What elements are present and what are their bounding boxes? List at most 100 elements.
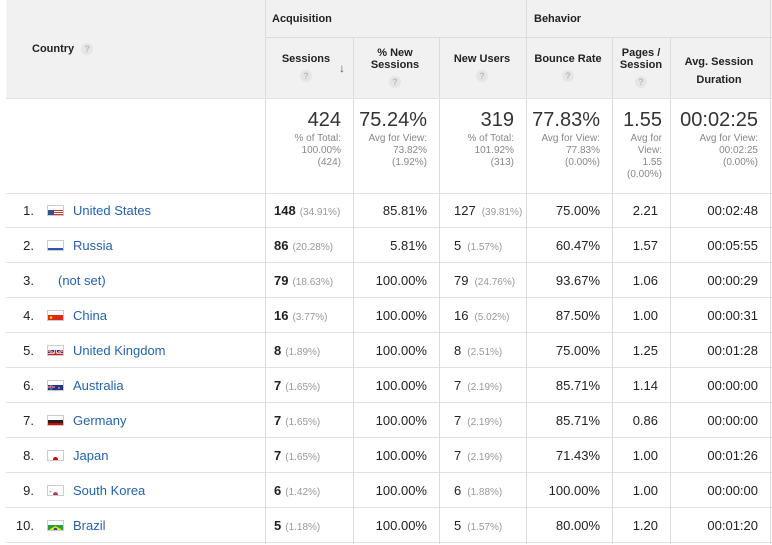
country-link[interactable]: Brazil [73, 508, 263, 543]
new-users-pct: (2.51%) [467, 347, 502, 358]
sessions-pct: (20.28%) [292, 242, 333, 253]
sessions-cell: 16 (3.77%) [266, 298, 353, 333]
table-row: 1.United States148(34.91%)85.81%127(39.8… [6, 193, 772, 228]
country-link[interactable]: Australia [73, 368, 263, 403]
row-rank: 9. [6, 473, 34, 508]
country-link[interactable]: Russia [73, 228, 263, 263]
table-row: 3.(not set)79(18.63%)100.00%79(24.76%)93… [6, 263, 772, 298]
acquisition-group-header: Acquisition [272, 13, 332, 25]
table-row: 2.Russia86(20.28%)5.81%5(1.57%)60.47%1.5… [6, 228, 772, 263]
help-icon[interactable]: ? [300, 70, 312, 82]
pages-session-cell: 1.14 [612, 368, 670, 403]
sessions-pct: (3.77%) [292, 312, 327, 323]
gb-flag-icon [47, 345, 64, 356]
new-users-value: 7 [454, 378, 461, 393]
pages-session-cell: 1.20 [612, 508, 670, 543]
country-link[interactable]: South Korea [73, 473, 263, 508]
new-users-pct: (2.19%) [467, 417, 502, 428]
avg-duration-total: 00:02:25 Avg for View: 00:02:25 (0.00%) [670, 109, 770, 169]
bounce-rate-cell: 85.71% [526, 403, 612, 438]
jp-flag-icon [47, 450, 64, 461]
row-rank: 2. [6, 228, 34, 263]
new-sessions-total-diff: (1.92%) [353, 157, 427, 169]
help-icon[interactable]: ? [562, 70, 574, 82]
row-rank: 3. [6, 263, 34, 298]
au-flag-icon [47, 380, 64, 391]
new-users-cell: 5(1.57%) [439, 508, 526, 543]
new-sessions-total-label: Avg for View: [353, 133, 427, 145]
sessions-pct: (1.65%) [285, 382, 320, 393]
country-link[interactable]: China [73, 298, 263, 333]
new-users-total-pct: 101.92% [439, 145, 514, 157]
bounce-rate-cell: 87.50% [526, 298, 612, 333]
new-users-value: 6 [454, 483, 461, 498]
avg-duration-column-header[interactable]: Avg. Session Duration [680, 53, 758, 89]
sessions-value: 79 [274, 273, 288, 288]
new-sessions-total-value: 75.24% [353, 109, 427, 131]
bounce-rate-cell: 80.00% [526, 508, 612, 543]
table-row: 7.Germany7(1.65%)100.00%7(2.19%)85.71%0.… [6, 403, 772, 438]
table-row: 6.Australia7(1.65%)100.00%7(2.19%)85.71%… [6, 368, 772, 403]
new-users-column-header[interactable]: New Users ? [442, 53, 522, 82]
country-column-header[interactable]: Country ? [32, 43, 93, 55]
sessions-cell: 79(18.63%) [266, 263, 353, 298]
sessions-value: 86 [274, 238, 288, 253]
avg-duration-cell: 00:01:26 [670, 438, 770, 473]
new-users-pct: (2.19%) [467, 382, 502, 393]
row-rank: 6. [6, 368, 34, 403]
help-icon[interactable]: ? [476, 70, 488, 82]
avg-duration-cell: 00:00:29 [670, 263, 770, 298]
table-row: 8.Japan7(1.65%)100.00%7(2.19%)71.43%1.00… [6, 438, 772, 473]
bounce-rate-cell: 75.00% [526, 193, 612, 228]
country-link[interactable]: United Kingdom [73, 333, 263, 368]
table-row: 9.South Korea6(1.42%)100.00%6(1.88%)100.… [6, 473, 772, 508]
new-users-value: 8 [454, 343, 461, 358]
country-link[interactable]: Germany [73, 403, 263, 438]
new-sessions-cell: 100.00% [353, 298, 439, 333]
new-users-pct: (24.76%) [474, 277, 515, 288]
ru-flag-icon [47, 240, 64, 251]
pages-session-total-diff: (0.00%) [612, 169, 662, 181]
avg-duration-cell: 00:05:55 [670, 228, 770, 263]
country-link[interactable]: United States [73, 193, 263, 228]
avg-duration-cell: 00:00:31 [670, 298, 770, 333]
row-rank: 10. [6, 508, 34, 543]
help-icon[interactable]: ? [81, 43, 93, 55]
sessions-pct: (1.18%) [285, 522, 320, 533]
new-users-cell: 5(1.57%) [439, 228, 526, 263]
new-users-total-label: % of Total: [439, 133, 514, 145]
us-flag-icon [47, 205, 64, 216]
row-rank: 5. [6, 333, 34, 368]
country-link[interactable]: Japan [73, 438, 263, 473]
bounce-rate-cell: 100.00% [526, 473, 612, 508]
de-flag-icon [47, 415, 64, 426]
sessions-value: 16 [274, 308, 288, 323]
sessions-cell: 7(1.65%) [266, 438, 353, 473]
new-users-value: 5 [454, 518, 461, 533]
pages-session-total-value: 1.55 [612, 109, 662, 131]
new-users-cell: 7(2.19%) [439, 403, 526, 438]
sessions-value: 148 [274, 203, 296, 218]
pages-session-cell: 1.00 [612, 438, 670, 473]
bounce-rate-cell: 93.67% [526, 263, 612, 298]
country-link[interactable]: (not set) [58, 263, 248, 298]
pages-session-column-header[interactable]: Pages / Session ? [616, 47, 666, 88]
help-icon[interactable]: ? [389, 76, 401, 88]
sessions-column-header[interactable]: Sessions ? [266, 53, 346, 82]
br-flag-icon [47, 520, 64, 531]
new-sessions-column-header[interactable]: % New Sessions ? [358, 47, 432, 88]
pages-session-total-label2: View: [612, 145, 662, 157]
bounce-rate-column-header[interactable]: Bounce Rate ? [528, 53, 608, 82]
new-users-value: 16 [454, 308, 468, 323]
sessions-value: 8 [274, 343, 281, 358]
new-users-value: 127 [454, 203, 476, 218]
sessions-cell: 6(1.42%) [266, 473, 353, 508]
new-sessions-cell: 85.81% [353, 193, 439, 228]
help-icon[interactable]: ? [635, 76, 647, 88]
new-users-pct: (1.88%) [467, 487, 502, 498]
sort-descending-icon[interactable]: ↓ [339, 61, 345, 75]
sessions-value: 5 [274, 518, 281, 533]
new-users-cell: 16(5.02%) [439, 298, 526, 333]
avg-duration-total-label: Avg for View: [670, 133, 758, 145]
sessions-total-label: % of Total: [266, 133, 341, 145]
